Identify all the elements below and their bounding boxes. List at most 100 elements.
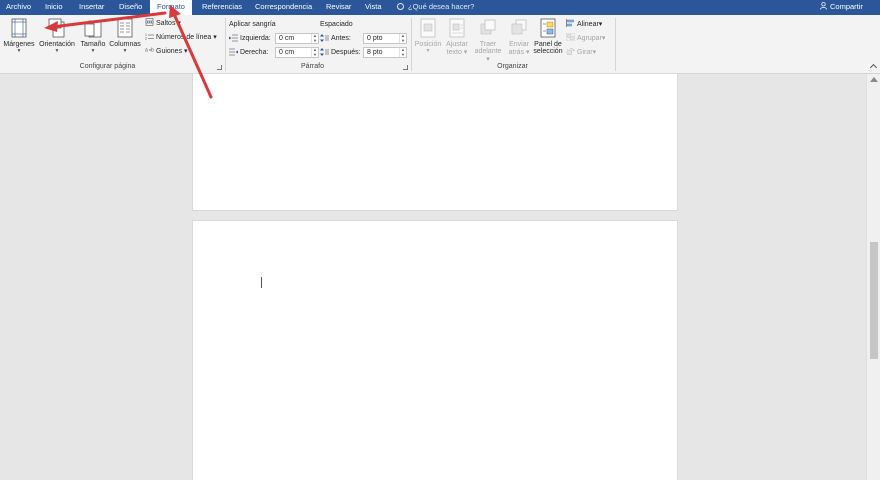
margins-dropdown-arrow: ▼: [16, 48, 22, 54]
tell-me-search[interactable]: ¿Qué desea hacer?: [397, 0, 474, 15]
position-label: Posición: [414, 41, 442, 48]
line-numbers-label: Números de línea: [156, 34, 212, 41]
tell-me-text: ¿Qué desea hacer?: [408, 2, 475, 11]
hyphenation-button[interactable]: a b Guiones ▾: [145, 46, 188, 57]
size-button[interactable]: Tamaño ▼: [78, 18, 108, 54]
position-dropdown-arrow: ▼: [425, 48, 431, 54]
svg-text:2: 2: [145, 37, 147, 41]
spacing-after-value: 8 pto: [367, 49, 383, 56]
columns-dropdown-arrow: ▼: [122, 48, 128, 54]
columns-button[interactable]: Columnas ▼: [108, 18, 142, 54]
group-dropdown-arrow: ▾: [601, 35, 606, 42]
indent-right-label: Derecha:: [229, 47, 268, 58]
tab-formato[interactable]: Formato: [150, 0, 192, 16]
group-separator: [225, 18, 226, 71]
group-button[interactable]: Agrupar▾: [566, 33, 605, 44]
indent-right-text: Derecha:: [240, 49, 269, 56]
send-backward-label-line2: atrás ▾: [508, 49, 530, 56]
indent-left-text: Izquierda:: [240, 35, 271, 42]
spacing-after-spinner[interactable]: ▲ ▼: [399, 47, 406, 57]
hyphenation-icon: ab: [145, 48, 154, 54]
align-dropdown-arrow: ▾: [598, 21, 603, 28]
indent-left-value: 0 cm: [279, 35, 295, 42]
send-backward-button[interactable]: Enviar atrás ▾: [504, 18, 534, 56]
hyphenation-label: Guiones: [156, 48, 183, 55]
collapse-ribbon-chevron-icon[interactable]: [869, 63, 878, 72]
tab-inicio[interactable]: Inicio: [45, 0, 63, 15]
svg-text:a: a: [145, 48, 148, 54]
margins-icon: [11, 18, 27, 38]
wrap-text-button[interactable]: Ajustar texto ▾: [442, 18, 472, 56]
spacing-before-spinner[interactable]: ▲ ▼: [399, 33, 406, 43]
line-numbers-button[interactable]: 1 2 Números de línea ▾: [145, 32, 217, 43]
spacing-after-field[interactable]: 8 pto ▲ ▼: [363, 47, 407, 58]
document-page-1[interactable]: [193, 74, 677, 210]
align-button[interactable]: Alinear▾: [566, 19, 602, 30]
document-page-2[interactable]: [193, 221, 677, 480]
group-separator: [411, 18, 412, 71]
spacing-title: Espaciado: [320, 21, 353, 28]
svg-text:b: b: [151, 48, 154, 54]
ribbon-tab-bar: Archivo Inicio Insertar Diseño Formato R…: [0, 0, 880, 16]
wrap-text-label-line2: texto ▾: [446, 49, 468, 56]
spacing-before-field[interactable]: 0 pto ▲ ▼: [363, 33, 407, 44]
spacing-before-icon: [320, 34, 329, 43]
breaks-dropdown-arrow: ▾: [175, 20, 181, 27]
scroll-up-arrow-icon[interactable]: [870, 77, 878, 82]
wrap-text-icon: [449, 18, 465, 38]
tab-archivo[interactable]: Archivo: [6, 0, 31, 15]
indent-right-spinner[interactable]: ▲ ▼: [311, 47, 318, 57]
group-label: Agrupar: [577, 35, 602, 42]
search-icon: [397, 3, 404, 10]
spacing-after-text: Después:: [331, 49, 361, 56]
indent-right-icon: [229, 48, 238, 56]
rotate-dropdown-arrow: ▾: [592, 49, 597, 56]
word-window: Archivo Inicio Insertar Diseño Formato R…: [0, 0, 880, 480]
margins-button[interactable]: Márgenes ▼: [3, 18, 35, 54]
size-dropdown-arrow: ▼: [90, 48, 96, 54]
send-backward-label-line1: Enviar: [509, 41, 529, 48]
orientation-button[interactable]: Orientación ▼: [37, 18, 77, 54]
size-label: Tamaño: [80, 41, 106, 48]
paragraph-dialog-launcher[interactable]: [403, 65, 408, 70]
tab-correspondencia[interactable]: Correspondencia: [255, 0, 312, 15]
rotate-button[interactable]: Girar▾: [566, 47, 596, 58]
selection-pane-label-line1: Panel de: [534, 41, 562, 48]
align-icon: [566, 19, 574, 28]
position-button[interactable]: Posición ▼: [413, 18, 443, 54]
scrollbar-thumb[interactable]: [870, 242, 878, 359]
selection-pane-icon: [540, 18, 556, 38]
tab-diseno[interactable]: Diseño: [119, 0, 142, 15]
position-icon: [420, 18, 436, 38]
bring-forward-button[interactable]: Traer adelante ▾: [472, 18, 504, 63]
indent-left-field[interactable]: 0 cm ▲ ▼: [275, 33, 319, 44]
tab-vista[interactable]: Vista: [365, 0, 382, 15]
indent-title: Aplicar sangría: [229, 21, 276, 28]
spacing-after-label: Después:: [320, 47, 361, 58]
vertical-scrollbar[interactable]: [866, 74, 880, 480]
share-button[interactable]: Compartir: [820, 0, 863, 15]
wrap-text-label-line1: Ajustar: [446, 41, 468, 48]
indent-right-field[interactable]: 0 cm ▲ ▼: [275, 47, 319, 58]
breaks-button[interactable]: Saltos ▾: [145, 18, 181, 29]
tab-insertar[interactable]: Insertar: [79, 0, 104, 15]
indent-left-spinner[interactable]: ▲ ▼: [311, 33, 318, 43]
orientation-dropdown-arrow: ▼: [54, 48, 60, 54]
hyphenation-dropdown-arrow: ▾: [182, 48, 188, 55]
size-icon: [84, 20, 102, 38]
rotate-icon: [566, 48, 575, 55]
line-numbers-dropdown-arrow: ▾: [211, 34, 217, 41]
selection-pane-button[interactable]: Panel de selección: [532, 18, 564, 55]
group-objects-icon: [566, 33, 575, 41]
breaks-label: Saltos: [156, 20, 176, 27]
tab-revisar[interactable]: Revisar: [326, 0, 351, 15]
spacing-after-icon: [320, 48, 329, 57]
bring-forward-icon: [480, 19, 496, 35]
margins-label: Márgenes: [3, 41, 35, 48]
page-setup-dialog-launcher[interactable]: [217, 65, 222, 70]
send-backward-icon: [511, 19, 527, 35]
orientation-label: Orientación: [39, 41, 75, 48]
group-label-paragraph: Párrafo: [301, 63, 324, 70]
tab-referencias[interactable]: Referencias: [202, 0, 242, 15]
indent-left-label: Izquierda:: [229, 33, 271, 44]
